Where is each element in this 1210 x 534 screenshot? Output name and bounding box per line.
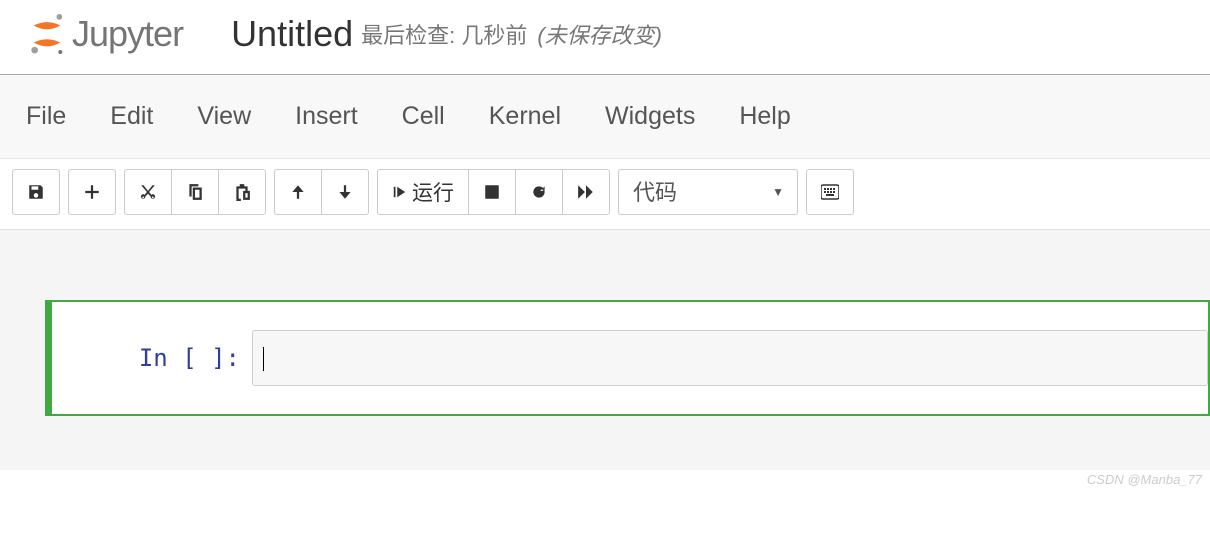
header: Jupyter Untitled 最后检查: 几秒前 (未保存改变) <box>0 0 1210 75</box>
paste-icon <box>233 183 251 201</box>
plus-icon <box>83 183 101 201</box>
menu-kernel[interactable]: Kernel <box>481 100 569 133</box>
save-icon <box>27 183 45 201</box>
arrow-down-icon <box>336 183 354 201</box>
move-up-button[interactable] <box>274 169 322 215</box>
logo-text: Jupyter <box>72 13 183 55</box>
restart-run-all-button[interactable] <box>562 169 610 215</box>
checkpoint-status: 最后检查: 几秒前 <box>361 18 527 50</box>
jupyter-logo[interactable]: Jupyter <box>28 12 183 56</box>
interrupt-button[interactable] <box>468 169 516 215</box>
restart-icon <box>530 183 548 201</box>
run-label: 运行 <box>412 177 454 207</box>
notebook-title[interactable]: Untitled <box>231 13 353 55</box>
jupyter-icon <box>28 12 66 56</box>
menu-insert[interactable]: Insert <box>287 100 366 133</box>
command-palette-button[interactable] <box>806 169 854 215</box>
add-cell-button[interactable] <box>68 169 116 215</box>
save-button[interactable] <box>12 169 60 215</box>
run-button[interactable]: 运行 <box>377 169 469 215</box>
notebook-area: In [ ]: <box>0 230 1210 470</box>
menu-view[interactable]: View <box>189 100 259 133</box>
menu-cell[interactable]: Cell <box>394 100 453 133</box>
input-area <box>252 330 1208 386</box>
menu-help[interactable]: Help <box>731 100 798 133</box>
copy-icon <box>186 183 204 201</box>
menu-widgets[interactable]: Widgets <box>597 100 703 133</box>
autosave-status: (未保存改变) <box>537 18 662 50</box>
run-icon <box>392 183 406 201</box>
keyboard-icon <box>821 183 839 201</box>
toolbar: 运行 代码 ▼ <box>0 159 1210 230</box>
cell-type-select[interactable]: 代码 <box>618 169 798 215</box>
text-cursor <box>263 347 264 371</box>
paste-button[interactable] <box>218 169 266 215</box>
watermark: CSDN @Manba_77 <box>0 470 1210 489</box>
move-down-button[interactable] <box>321 169 369 215</box>
restart-button[interactable] <box>515 169 563 215</box>
menu-edit[interactable]: Edit <box>102 100 161 133</box>
arrow-up-icon <box>289 183 307 201</box>
code-input[interactable] <box>252 330 1208 386</box>
menu-file[interactable]: File <box>18 100 74 133</box>
copy-button[interactable] <box>171 169 219 215</box>
cut-button[interactable] <box>124 169 172 215</box>
stop-icon <box>483 183 501 201</box>
cut-icon <box>139 183 157 201</box>
menubar: File Edit View Insert Cell Kernel Widget… <box>0 75 1210 159</box>
input-prompt: In [ ]: <box>52 344 252 372</box>
code-cell[interactable]: In [ ]: <box>45 300 1210 416</box>
fast-forward-icon <box>577 183 595 201</box>
